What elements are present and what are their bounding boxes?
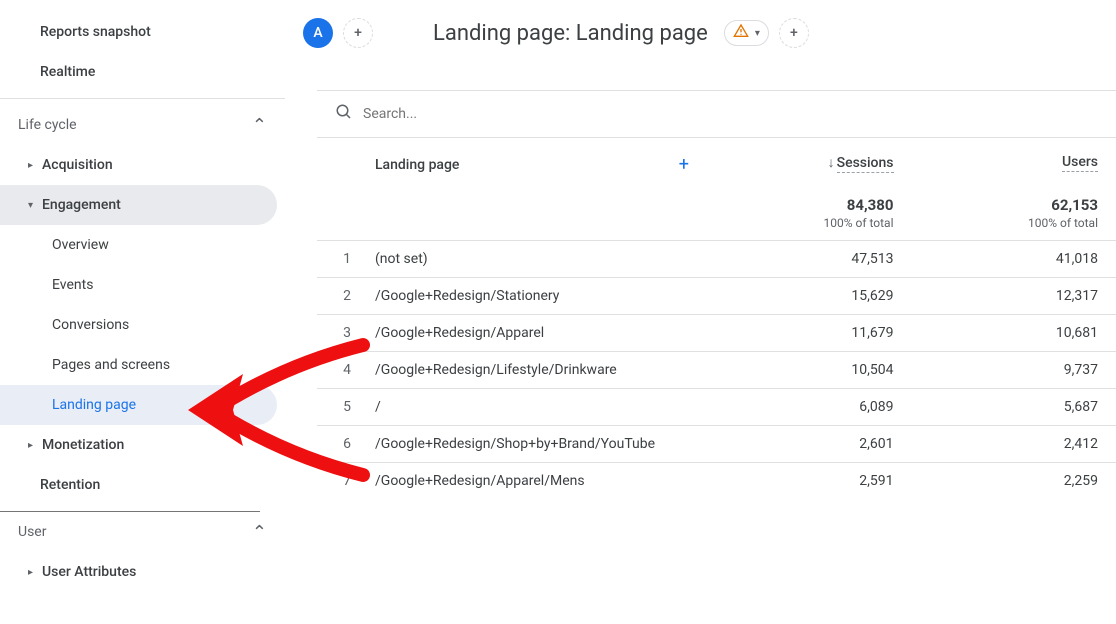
row-users: 12,317 bbox=[912, 277, 1116, 314]
search-row bbox=[317, 91, 1116, 137]
triangle-right-icon: ▸ bbox=[28, 160, 42, 171]
sidebar-retention[interactable]: Retention bbox=[0, 465, 277, 505]
page-title: Landing page: Landing page bbox=[433, 21, 708, 46]
row-index: 4 bbox=[317, 351, 357, 388]
table-row[interactable]: 3/Google+Redesign/Apparel11,67910,681 bbox=[317, 314, 1116, 351]
sidebar: Reports snapshot Realtime Life cycle ⌃ ▸… bbox=[0, 0, 285, 624]
table-row[interactable]: 2/Google+Redesign/Stationery15,62912,317 bbox=[317, 277, 1116, 314]
row-index: 6 bbox=[317, 425, 357, 462]
warning-pill[interactable]: ▾ bbox=[724, 20, 769, 46]
triangle-right-icon: ▸ bbox=[28, 567, 42, 578]
table-row[interactable]: 4/Google+Redesign/Lifestyle/Drinkware10,… bbox=[317, 351, 1116, 388]
add-filter-button[interactable]: + bbox=[343, 18, 373, 48]
row-index: 7 bbox=[317, 462, 357, 499]
row-sessions: 11,679 bbox=[707, 314, 912, 351]
row-users: 2,259 bbox=[912, 462, 1116, 499]
row-page: /Google+Redesign/Apparel/Mens bbox=[357, 462, 707, 499]
row-sessions: 2,591 bbox=[707, 462, 912, 499]
header-bar: A + Landing page: Landing page ▾ + bbox=[285, 0, 1116, 66]
row-page: /Google+Redesign/Apparel bbox=[357, 314, 707, 351]
row-page: (not set) bbox=[357, 240, 707, 277]
sidebar-reports-snapshot[interactable]: Reports snapshot bbox=[0, 12, 277, 52]
row-page: /Google+Redesign/Stationery bbox=[357, 277, 707, 314]
col-users[interactable]: Users bbox=[912, 138, 1116, 186]
add-comparison-button[interactable]: + bbox=[779, 18, 809, 48]
chevron-up-icon: ⌃ bbox=[252, 115, 267, 136]
plus-icon: + bbox=[354, 25, 362, 41]
sidebar-user-attributes[interactable]: ▸User Attributes bbox=[0, 552, 277, 592]
col-index bbox=[317, 138, 357, 186]
sidebar-pages-screens[interactable]: Pages and screens bbox=[0, 345, 277, 385]
row-index: 3 bbox=[317, 314, 357, 351]
sidebar-engagement[interactable]: ▾Engagement bbox=[0, 185, 277, 225]
row-sessions: 10,504 bbox=[707, 351, 912, 388]
sort-down-icon: ↓ bbox=[828, 155, 835, 171]
row-users: 10,681 bbox=[912, 314, 1116, 351]
col-sessions[interactable]: ↓Sessions bbox=[707, 138, 912, 186]
add-dimension-button[interactable]: + bbox=[679, 154, 689, 175]
search-input[interactable] bbox=[363, 106, 1098, 122]
row-users: 5,687 bbox=[912, 388, 1116, 425]
sidebar-overview[interactable]: Overview bbox=[0, 225, 277, 265]
section-life-cycle[interactable]: Life cycle ⌃ bbox=[0, 105, 285, 145]
plus-icon: + bbox=[790, 25, 798, 41]
data-table: Landing page + ↓Sessions Users bbox=[317, 137, 1116, 499]
row-sessions: 6,089 bbox=[707, 388, 912, 425]
table-row[interactable]: 7/Google+Redesign/Apparel/Mens2,5912,259 bbox=[317, 462, 1116, 499]
row-users: 9,737 bbox=[912, 351, 1116, 388]
row-users: 41,018 bbox=[912, 240, 1116, 277]
sidebar-realtime[interactable]: Realtime bbox=[0, 52, 277, 92]
triangle-down-icon: ▾ bbox=[28, 200, 42, 211]
dropdown-arrow-icon: ▾ bbox=[755, 28, 760, 39]
totals-users: 62,153 100% of total bbox=[912, 186, 1116, 241]
row-page: / bbox=[357, 388, 707, 425]
content-panel: Landing page + ↓Sessions Users bbox=[317, 90, 1116, 499]
row-index: 5 bbox=[317, 388, 357, 425]
main-content: A + Landing page: Landing page ▾ + bbox=[285, 0, 1116, 624]
table-row[interactable]: 1(not set)47,51341,018 bbox=[317, 240, 1116, 277]
sidebar-landing-page[interactable]: Landing page bbox=[0, 385, 277, 425]
search-icon bbox=[335, 103, 353, 125]
warning-triangle-icon bbox=[733, 23, 749, 43]
row-page: /Google+Redesign/Lifestyle/Drinkware bbox=[357, 351, 707, 388]
filter-badge-a[interactable]: A bbox=[303, 18, 333, 48]
sidebar-monetization[interactable]: ▸Monetization bbox=[0, 425, 277, 465]
table-row[interactable]: 5/6,0895,687 bbox=[317, 388, 1116, 425]
sidebar-acquisition[interactable]: ▸Acquisition bbox=[0, 145, 277, 185]
row-sessions: 47,513 bbox=[707, 240, 912, 277]
sidebar-events[interactable]: Events bbox=[0, 265, 277, 305]
row-sessions: 2,601 bbox=[707, 425, 912, 462]
col-dimension: Landing page + bbox=[357, 138, 707, 186]
chevron-up-icon: ⌃ bbox=[252, 522, 267, 543]
row-page: /Google+Redesign/Shop+by+Brand/YouTube bbox=[357, 425, 707, 462]
row-users: 2,412 bbox=[912, 425, 1116, 462]
triangle-right-icon: ▸ bbox=[28, 440, 42, 451]
section-user[interactable]: User ⌃ bbox=[0, 512, 285, 552]
sidebar-conversions[interactable]: Conversions bbox=[0, 305, 277, 345]
totals-sessions: 84,380 100% of total bbox=[707, 186, 912, 241]
row-index: 2 bbox=[317, 277, 357, 314]
row-index: 1 bbox=[317, 240, 357, 277]
divider bbox=[0, 98, 285, 99]
row-sessions: 15,629 bbox=[707, 277, 912, 314]
table-row[interactable]: 6/Google+Redesign/Shop+by+Brand/YouTube2… bbox=[317, 425, 1116, 462]
